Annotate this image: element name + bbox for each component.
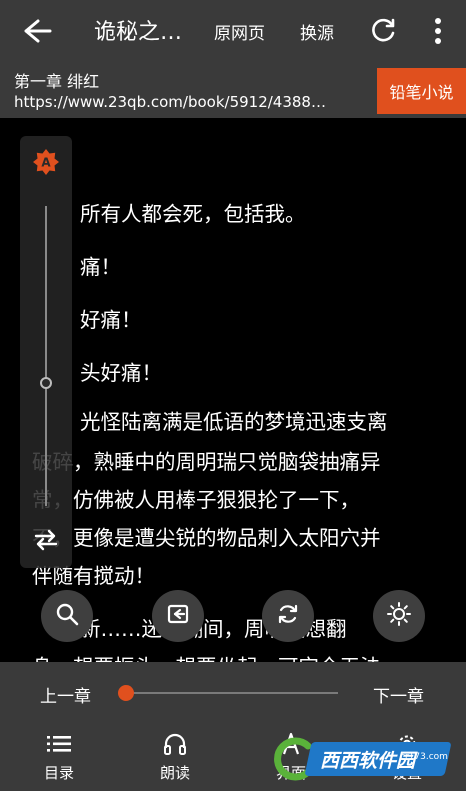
headphones-icon <box>130 732 220 756</box>
original-page-button[interactable]: 原网页 <box>214 19 265 44</box>
paragraph: 身，想要振头，想要坐起，可完全无法 <box>32 641 381 663</box>
brightness-panel: A <box>20 136 72 568</box>
watermark-logo: 西西软件园 cr173.com <box>268 736 452 782</box>
paragraph: 好痛！ <box>80 308 142 332</box>
back-arrow-icon[interactable] <box>16 13 56 49</box>
tab-catalog[interactable]: 目录 <box>14 732 104 784</box>
tab-read-aloud[interactable]: 朗读 <box>130 732 220 784</box>
auto-scroll-button[interactable] <box>152 590 204 642</box>
swap-icon[interactable] <box>32 528 60 552</box>
top-toolbar: 诡秘之… 原网页 换源 <box>0 0 466 62</box>
brightness-slider-thumb[interactable] <box>40 377 52 389</box>
tab-catalog-label: 目录 <box>43 764 74 782</box>
replace-button[interactable] <box>262 590 314 642</box>
refresh-icon[interactable] <box>368 16 398 46</box>
paragraph: 头好痛！ <box>80 361 162 385</box>
day-night-button[interactable] <box>373 590 425 642</box>
list-icon <box>14 732 104 756</box>
paragraph: 痛！ <box>80 255 121 279</box>
search-icon <box>54 601 80 631</box>
change-source-button[interactable]: 换源 <box>300 19 334 44</box>
prev-chapter-button[interactable]: 上一章 <box>40 682 91 707</box>
auto-brightness-icon[interactable]: A <box>32 148 60 176</box>
next-chapter-button[interactable]: 下一章 <box>373 682 424 707</box>
paragraph: 所有人都会死，包括我。 <box>80 202 306 226</box>
svg-text:A: A <box>41 156 51 170</box>
more-options-icon[interactable] <box>428 14 448 48</box>
watermark-sub: cr173.com <box>400 752 448 762</box>
book-title: 诡秘之… <box>94 20 183 45</box>
chapter-title: 第一章 绯红 <box>14 72 100 91</box>
source-name-button[interactable]: 铅笔小说 <box>377 68 466 114</box>
brightness-slider-track[interactable] <box>45 206 47 506</box>
tab-read-aloud-label: 朗读 <box>159 764 190 782</box>
chapter-source-bar: 第一章 绯红 https://www.23qb.com/book/5912/43… <box>0 62 466 118</box>
chapter-progress-track[interactable] <box>126 692 338 694</box>
chapter-url[interactable]: https://www.23qb.com/book/5912/4388… <box>14 93 369 111</box>
search-button[interactable] <box>41 590 93 642</box>
sun-icon <box>386 601 412 631</box>
replace-icon <box>275 601 301 631</box>
auto-page-icon <box>165 601 191 631</box>
chapter-progress-thumb[interactable] <box>118 685 134 701</box>
